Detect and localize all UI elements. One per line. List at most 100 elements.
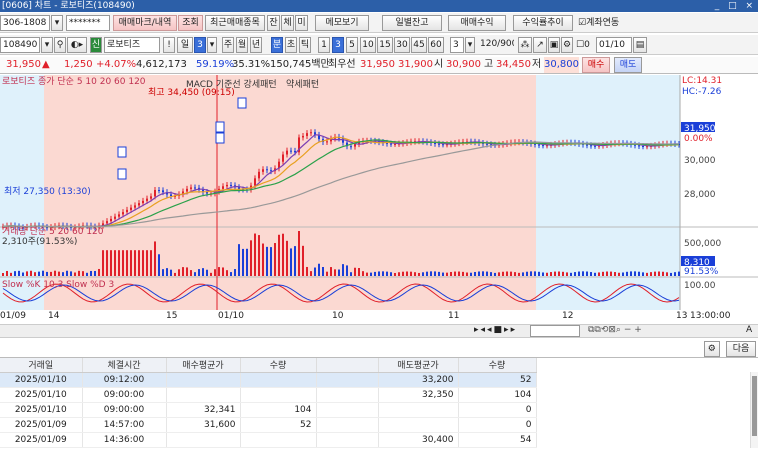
period-dropdown[interactable]: ▾: [207, 37, 217, 53]
table-cell: 104: [458, 387, 537, 403]
candle: [222, 186, 224, 189]
table-row[interactable]: 2025/01/10 09:00:00 32,350 104: [0, 387, 537, 403]
col-sell-avg[interactable]: 매도평균가: [378, 358, 459, 373]
save-icon[interactable]: ▣: [548, 37, 560, 53]
alert-icon[interactable]: !: [163, 37, 175, 53]
col-buy-avg[interactable]: 매수평균가: [166, 358, 241, 373]
col-date[interactable]: 거래일: [0, 358, 83, 373]
period-minute-button[interactable]: 분: [271, 37, 283, 53]
table-row[interactable]: 2025/01/10 09:12:00 33,200 52: [0, 372, 537, 388]
filled-button[interactable]: 체: [281, 15, 294, 31]
trade-profit-button[interactable]: 매매수익: [448, 15, 506, 31]
date-field[interactable]: 01/10: [596, 37, 632, 53]
count-field[interactable]: 120/900: [478, 37, 514, 53]
table-row[interactable]: 2025/01/09 14:57:00 31,600 52 0: [0, 417, 537, 433]
candle: [282, 154, 284, 162]
table-cell: [378, 417, 459, 433]
volume-bar: [82, 271, 84, 276]
period-year-button[interactable]: 년: [250, 37, 262, 53]
table-row[interactable]: 2025/01/10 09:00:00 32,341 104 0: [0, 402, 537, 418]
balance-button[interactable]: 잔: [267, 15, 280, 31]
volume-bar: [14, 271, 16, 276]
stock-name-field[interactable]: 로보티즈: [104, 37, 160, 53]
account-dropdown-button[interactable]: ▾: [51, 15, 63, 31]
candle: [354, 144, 356, 147]
window-controls[interactable]: _ □ ×: [715, 0, 756, 12]
minute-5-button[interactable]: 5: [346, 37, 358, 53]
col-time[interactable]: 체결시간: [82, 358, 167, 373]
price-chart[interactable]: 로보티즈 종가 단순 5 10 20 60 120 MACD 기준선 강세패턴 …: [0, 75, 758, 323]
volume-bar: [498, 272, 500, 276]
zoom-tools-icons[interactable]: ⧉⧉⟲⊠⌕ − +: [588, 325, 642, 335]
prev-next-icon[interactable]: ◐▸: [67, 37, 87, 53]
scroll-nav-icons[interactable]: ▸◂◂■▸▸: [474, 325, 517, 335]
period-month-button[interactable]: 월: [236, 37, 248, 53]
buy-button[interactable]: 매수: [582, 57, 610, 73]
minute-15-button[interactable]: 15: [377, 37, 393, 53]
col-sell-qty[interactable]: 수량: [458, 358, 537, 373]
chart-scrollbar[interactable]: ▸◂◂■▸▸ ⧉⧉⟲⊠⌕ − + A: [0, 324, 758, 338]
account-link-label: 계좌연동: [586, 18, 620, 28]
volume-bar: [218, 267, 220, 276]
minute-3-button[interactable]: 3: [332, 37, 344, 53]
grid-scroll-thumb[interactable]: [752, 376, 757, 436]
custom-minute-dropdown[interactable]: ▾: [465, 37, 475, 53]
unfilled-button[interactable]: 미: [295, 15, 308, 31]
minute-1-button[interactable]: 1: [318, 37, 330, 53]
minute-45-button[interactable]: 45: [411, 37, 427, 53]
query-button[interactable]: 조회: [178, 15, 203, 31]
scroll-thumb[interactable]: [530, 325, 580, 337]
calendar-icon[interactable]: ▤: [633, 37, 647, 53]
checkbox-icon: ☑: [578, 18, 587, 28]
search-icon[interactable]: ⚲: [54, 37, 66, 53]
volume-bar: [178, 269, 180, 276]
minute-30-button[interactable]: 30: [394, 37, 410, 53]
period-tick-button[interactable]: 틱: [299, 37, 311, 53]
table-cell: [240, 432, 317, 448]
memo-button[interactable]: 메모보기: [315, 15, 369, 31]
indicator-icon[interactable]: ⁂: [518, 37, 532, 53]
settings-icon[interactable]: ⚙: [703, 341, 720, 357]
next-button[interactable]: 다음: [726, 341, 756, 357]
account-number-field[interactable]: 306-1808: [0, 15, 50, 31]
volume-bar: [150, 250, 152, 276]
draw-icon[interactable]: ↗: [533, 37, 547, 53]
table-row[interactable]: 2025/01/09 14:36:00 30,400 54: [0, 432, 537, 448]
candle: [162, 190, 164, 193]
account-link-checkbox[interactable]: ☑계좌연동: [578, 15, 619, 31]
daily-balance-button[interactable]: 일별잔고: [382, 15, 442, 31]
volume-bar: [418, 272, 420, 276]
profit-rate-button[interactable]: 수익률추이: [513, 15, 573, 31]
period-num-button[interactable]: 3: [194, 37, 206, 53]
custom-minute-field[interactable]: 3: [450, 37, 464, 53]
minute-10-button[interactable]: 10: [360, 37, 376, 53]
candle: [442, 144, 444, 146]
period-week-button[interactable]: 주: [222, 37, 234, 53]
period-day-button[interactable]: 일: [177, 37, 193, 53]
right-top-1: LC:14.31: [682, 76, 722, 86]
col-buy-qty[interactable]: 수량: [240, 358, 317, 373]
period-second-button[interactable]: 초: [285, 37, 297, 53]
candle: [594, 145, 596, 147]
recent-trades-button[interactable]: 최근매매종목: [205, 15, 265, 31]
candle: [262, 169, 264, 172]
sell-button[interactable]: 매도: [614, 57, 642, 73]
date-checkbox[interactable]: ☐0: [576, 37, 590, 53]
code-dropdown-button[interactable]: ▾: [41, 37, 53, 53]
table-cell: 104: [240, 402, 317, 418]
table-cell: 09:00:00: [82, 402, 167, 418]
candle: [142, 200, 144, 204]
volume-bar: [542, 272, 544, 276]
grid-scrollbar[interactable]: [750, 372, 758, 448]
trade-mark-button[interactable]: 매매마크/내역: [113, 15, 177, 31]
collapse-icon[interactable]: A: [746, 325, 752, 335]
volume-bar: [90, 270, 92, 276]
password-field[interactable]: *******: [66, 15, 110, 31]
volume-bar: [562, 271, 564, 276]
gear-icon[interactable]: ⚙: [561, 37, 573, 53]
volume-bar: [510, 271, 512, 276]
minute-60-button[interactable]: 60: [428, 37, 444, 53]
table-cell: [240, 372, 317, 388]
stock-code-field[interactable]: 108490: [0, 37, 40, 53]
volume-bar: [330, 267, 332, 276]
